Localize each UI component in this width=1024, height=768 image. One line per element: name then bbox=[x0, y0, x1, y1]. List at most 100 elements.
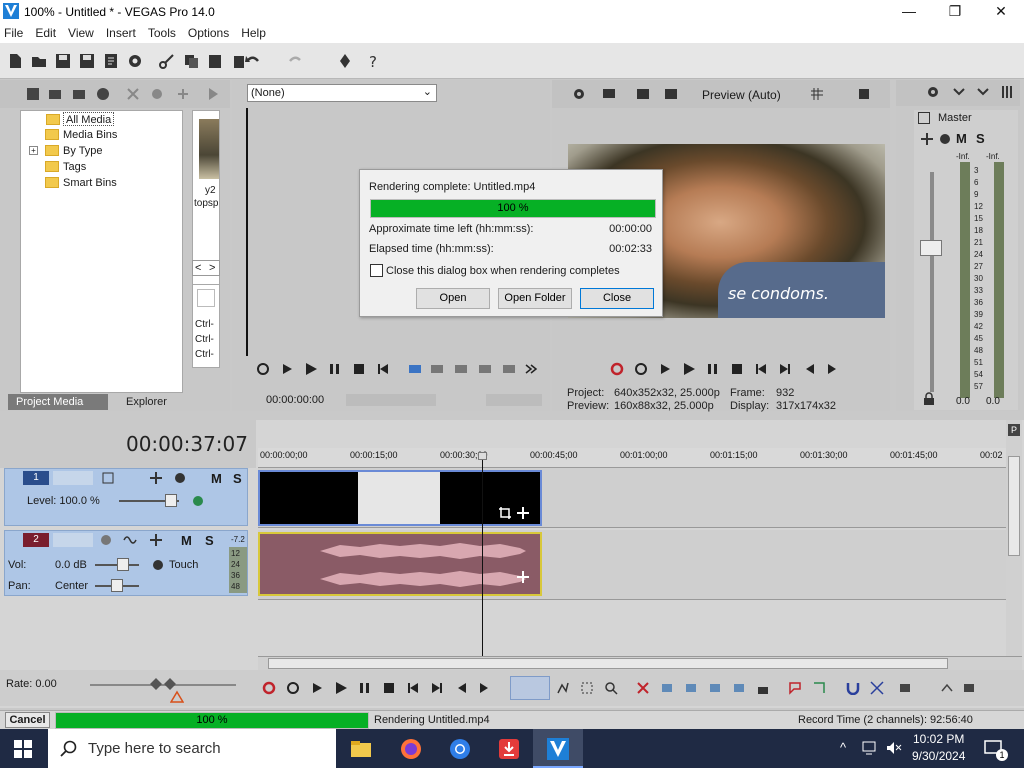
add-from-cursor-icon[interactable] bbox=[430, 362, 444, 376]
network-icon[interactable] bbox=[862, 741, 878, 755]
go-to-start-icon[interactable] bbox=[376, 362, 390, 376]
video-fx-icon[interactable] bbox=[664, 87, 678, 101]
track-list-menu-icon[interactable]: P bbox=[1008, 424, 1020, 436]
master-mute-button[interactable]: M bbox=[956, 131, 967, 146]
play-from-start-icon[interactable] bbox=[658, 362, 672, 376]
media-fx-icon[interactable] bbox=[176, 87, 190, 101]
add-up-to-cursor-icon[interactable] bbox=[454, 362, 468, 376]
scroll-thumb[interactable] bbox=[1008, 456, 1020, 556]
level-slider-handle[interactable] bbox=[165, 494, 177, 507]
close-button[interactable]: Close bbox=[580, 288, 654, 309]
download-manager-icon[interactable] bbox=[498, 738, 520, 760]
play-icon[interactable] bbox=[334, 681, 348, 695]
zoom-tool-icon[interactable] bbox=[604, 681, 618, 695]
play-from-start-icon[interactable] bbox=[310, 681, 324, 695]
vegas-taskbar-button[interactable] bbox=[533, 729, 583, 768]
auto-crossfade-icon[interactable] bbox=[870, 681, 884, 695]
audio-clip[interactable] bbox=[258, 532, 542, 596]
tree-item-all-media[interactable]: All Media bbox=[46, 112, 115, 126]
mixer-options-icon[interactable] bbox=[1000, 85, 1014, 99]
open-folder-button[interactable]: Open Folder bbox=[498, 288, 572, 309]
delete-event-icon[interactable] bbox=[636, 681, 650, 695]
track1-mute-button[interactable]: M bbox=[211, 471, 222, 486]
event-fx-icon[interactable] bbox=[516, 506, 530, 520]
fit-to-fill-icon[interactable] bbox=[478, 362, 492, 376]
render-as-icon[interactable] bbox=[102, 52, 120, 70]
previous-frame-icon[interactable] bbox=[802, 362, 816, 376]
web-icon[interactable] bbox=[96, 87, 110, 101]
play-icon[interactable] bbox=[682, 362, 696, 376]
go-to-start-icon[interactable] bbox=[406, 681, 420, 695]
preview-quality-dropdown[interactable]: Preview (Auto) bbox=[702, 88, 781, 102]
trim-start-icon[interactable] bbox=[684, 681, 698, 695]
master-solo-button[interactable]: S bbox=[976, 131, 985, 146]
horizontal-scroll-thumb[interactable] bbox=[268, 658, 948, 669]
windows-start-icon[interactable] bbox=[14, 740, 32, 758]
clock-date[interactable]: 9/30/2024 bbox=[912, 749, 965, 763]
insert-marker-icon[interactable] bbox=[788, 681, 802, 695]
more-icon[interactable] bbox=[524, 362, 538, 376]
vol-slider-handle[interactable] bbox=[117, 558, 129, 571]
trim-icon[interactable] bbox=[660, 681, 674, 695]
track-fx-icon[interactable] bbox=[149, 533, 163, 547]
play-from-start-icon[interactable] bbox=[280, 362, 294, 376]
ignore-grouping-icon[interactable] bbox=[962, 681, 976, 695]
rate-slider-handle[interactable] bbox=[150, 678, 176, 690]
copy-snapshot-icon[interactable] bbox=[858, 87, 872, 101]
remove-media-icon[interactable] bbox=[126, 87, 140, 101]
whats-this-help-icon[interactable]: ? bbox=[366, 52, 384, 70]
menu-tools[interactable]: Tools bbox=[142, 23, 182, 40]
play-icon[interactable] bbox=[304, 362, 318, 376]
selection-tool-icon[interactable] bbox=[580, 681, 594, 695]
snapping-magnet-icon[interactable] bbox=[846, 681, 860, 695]
automation-mode[interactable]: Touch bbox=[169, 559, 198, 571]
track1-solo-button[interactable]: S bbox=[233, 471, 242, 486]
menu-insert[interactable]: Insert bbox=[100, 23, 142, 40]
go-to-start-icon[interactable] bbox=[754, 362, 768, 376]
tree-item-media-bins[interactable]: Media Bins bbox=[45, 128, 117, 142]
menu-view[interactable]: View bbox=[62, 23, 100, 40]
next-frame-icon[interactable] bbox=[826, 362, 840, 376]
tree-item-tags[interactable]: Tags bbox=[45, 160, 86, 174]
video-clip[interactable] bbox=[258, 470, 542, 526]
arm-record-icon[interactable] bbox=[99, 533, 113, 547]
stop-icon[interactable] bbox=[730, 362, 744, 376]
loop-icon[interactable] bbox=[256, 362, 270, 376]
stop-icon[interactable] bbox=[352, 362, 366, 376]
loop-icon[interactable] bbox=[634, 362, 648, 376]
split-icon[interactable] bbox=[732, 681, 746, 695]
import-media-icon[interactable] bbox=[26, 87, 40, 101]
loop-icon[interactable] bbox=[286, 681, 300, 695]
redo-icon[interactable] bbox=[286, 52, 304, 70]
properties-gear-icon[interactable] bbox=[126, 52, 144, 70]
tree-item-by-type[interactable]: + By Type bbox=[29, 144, 103, 158]
clock-time[interactable]: 10:02 PM bbox=[913, 732, 964, 746]
media-properties-icon[interactable] bbox=[150, 87, 164, 101]
new-project-icon[interactable] bbox=[6, 52, 24, 70]
invert-phase-icon[interactable] bbox=[123, 533, 137, 547]
record-icon[interactable] bbox=[610, 362, 624, 376]
maximize-button[interactable]: ❐ bbox=[932, 0, 978, 23]
dim-output-icon[interactable] bbox=[976, 85, 990, 99]
cancel-render-button[interactable]: Cancel bbox=[5, 712, 50, 728]
file-explorer-icon[interactable] bbox=[350, 739, 372, 759]
vertical-scrollbar[interactable]: P bbox=[1006, 420, 1022, 656]
open-icon[interactable] bbox=[30, 52, 48, 70]
minimize-button[interactable]: — bbox=[886, 0, 932, 23]
pause-icon[interactable] bbox=[328, 362, 342, 376]
open-button[interactable]: Open bbox=[416, 288, 490, 309]
menu-edit[interactable]: Edit bbox=[29, 23, 62, 40]
pan-slider-handle[interactable] bbox=[111, 579, 123, 592]
lock-envelopes-icon[interactable] bbox=[940, 681, 954, 695]
close-when-done-label[interactable]: Close this dialog box when rendering com… bbox=[386, 265, 620, 277]
nav-left-button[interactable]: < bbox=[195, 262, 201, 274]
next-frame-icon[interactable] bbox=[478, 681, 492, 695]
menu-options[interactable]: Options bbox=[182, 23, 235, 40]
video-track-header[interactable]: 1 M S Level: 100.0 % bbox=[4, 468, 248, 526]
copy-icon[interactable] bbox=[182, 52, 200, 70]
stop-icon[interactable] bbox=[382, 681, 396, 695]
audio-event-fx-icon[interactable] bbox=[516, 570, 530, 584]
overlays-grid-icon[interactable] bbox=[810, 87, 824, 101]
undo-icon[interactable] bbox=[244, 52, 262, 70]
bus-fx-icon[interactable] bbox=[920, 132, 934, 146]
